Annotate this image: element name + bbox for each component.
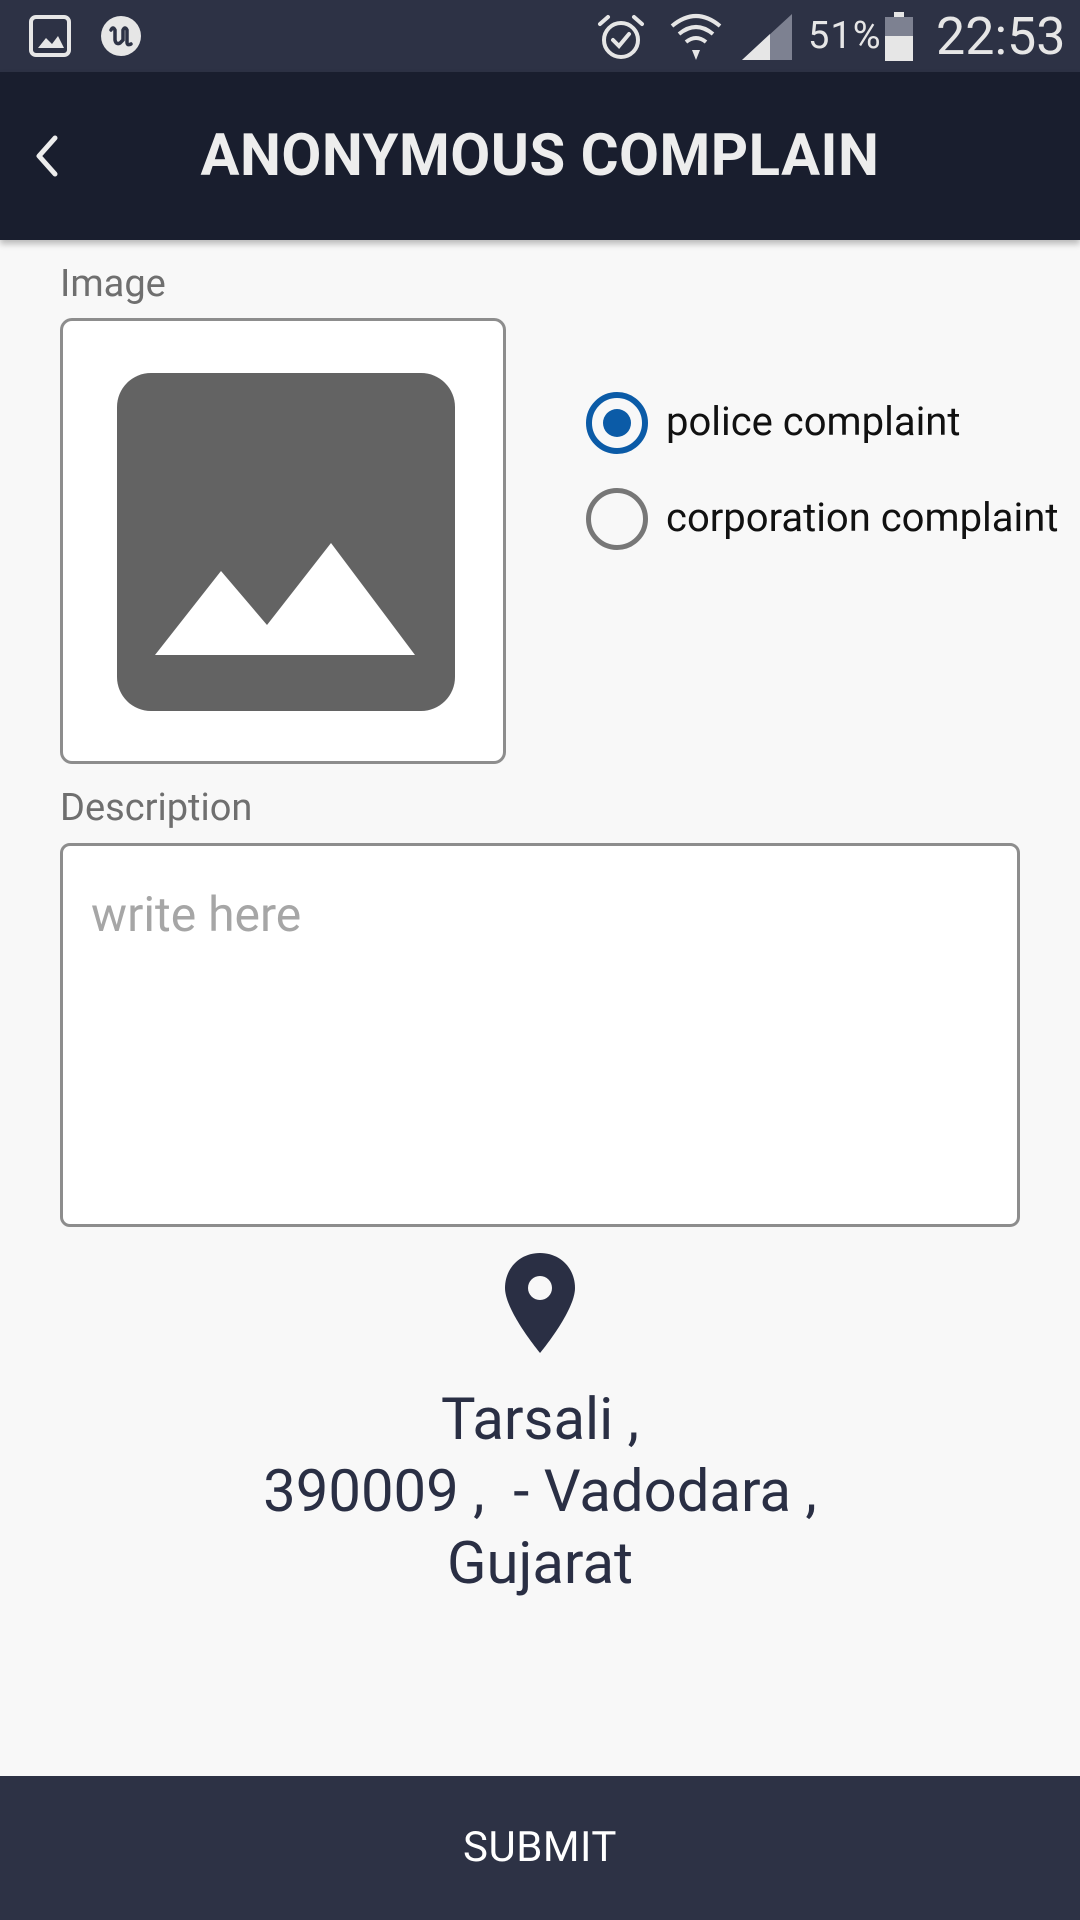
battery-icon [885,12,913,61]
radio-checked-icon[interactable] [586,392,648,454]
address-line: Tarsali , [440,1386,640,1454]
battery-percent: 51% [808,14,882,58]
alarm-icon [598,15,644,59]
status-bar: 51% 22:53 [0,0,1080,72]
radio-label: police complaint [666,398,961,445]
submit-button[interactable]: SUBMIT [0,1776,1080,1920]
location-address: Tarsali , 390009 , - Vadodara , Gujarat [140,1384,940,1600]
clock: 22:53 [936,6,1066,67]
chevron-left-icon [36,135,58,177]
image-picker[interactable] [60,318,506,764]
description-label: Description [60,786,253,830]
page-title: ANONYMOUS COMPLAIN [200,122,880,190]
address-line: 390009 , - Vadodara , [263,1458,817,1526]
wifi-icon [670,14,722,60]
image-placeholder-icon [117,373,455,711]
radio-label: corporation complaint [666,494,1059,541]
back-button[interactable] [10,116,82,196]
gallery-icon [29,15,71,57]
location-pin-icon [505,1253,575,1353]
app-bar: ANONYMOUS COMPLAIN [0,72,1080,240]
description-field[interactable] [60,843,1020,1227]
address-line: Gujarat [447,1530,633,1598]
radio-unchecked-icon[interactable] [586,488,648,550]
app-u-icon [101,16,141,56]
image-label: Image [60,262,166,306]
signal-icon [742,14,792,60]
